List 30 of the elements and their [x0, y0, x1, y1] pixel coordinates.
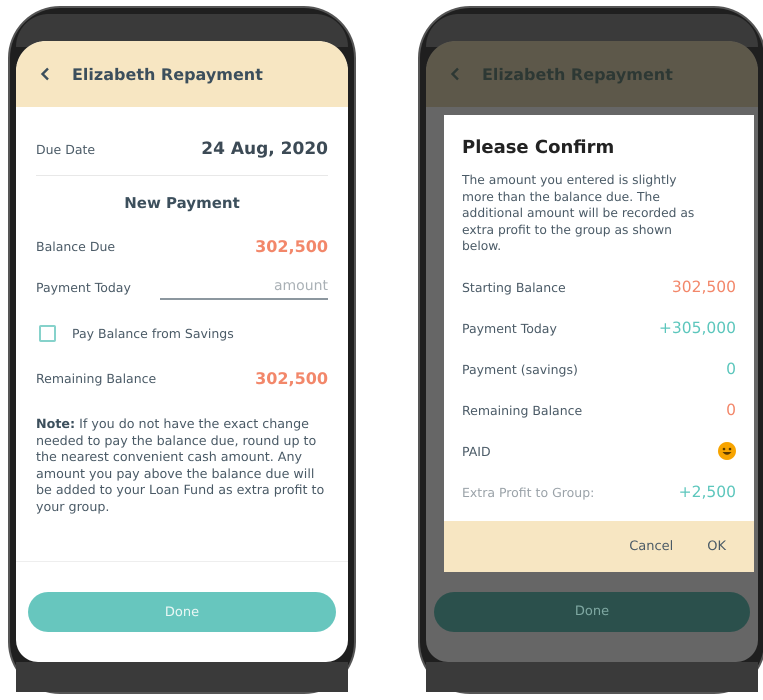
back-button[interactable]: [40, 67, 50, 81]
amount-value: +305,000: [658, 319, 736, 337]
note-text: Note: If you do not have the exact change needed to pay the balance due, round up to the nearest convenient cash amount. Any amount you pay above the balance due will be added to your Loan Fund as extra profit to your group.: [36, 416, 326, 515]
field-label: Remaining Balance: [36, 370, 156, 386]
dialog-title: Please Confirm: [461, 136, 616, 158]
dialog-button[interactable]: Cancel: [619, 532, 684, 560]
amount-value: 302,500: [255, 236, 328, 256]
amount-value: +2,500: [678, 483, 736, 501]
date-value: 24 Aug, 2020: [201, 139, 328, 159]
dialog-message: The amount you entered is slightly more than the balance due. The additional amount will be recorded as extra profit to the group as shown below.: [462, 172, 696, 254]
checkbox[interactable]: [39, 324, 56, 342]
checkbox-label: Pay Balance from Savings: [72, 326, 234, 340]
field-label: Remaining Balance: [462, 402, 582, 418]
section-title: New Payment: [123, 194, 241, 212]
screen-title: Elizabeth Repayment: [72, 64, 263, 84]
field-label: Payment Today: [36, 280, 131, 294]
field-label: Payment (savings): [462, 362, 578, 376]
done-button[interactable]: Done: [434, 592, 750, 632]
field-label: Extra Profit to Group:: [462, 484, 594, 500]
smiley-icon: [718, 442, 736, 460]
dialog-button[interactable]: OK: [697, 532, 736, 560]
field-label: Starting Balance: [462, 280, 566, 294]
amount-value: 0: [726, 360, 736, 378]
amount-value: 0: [726, 401, 736, 419]
field-label: PAID: [462, 444, 491, 458]
field-label: Due Date: [36, 142, 96, 156]
field-label: Payment Today: [462, 320, 557, 336]
amount-value: 302,500: [255, 368, 328, 388]
amount-value: 302,500: [672, 278, 736, 296]
field-label: Balance Due: [36, 238, 116, 254]
